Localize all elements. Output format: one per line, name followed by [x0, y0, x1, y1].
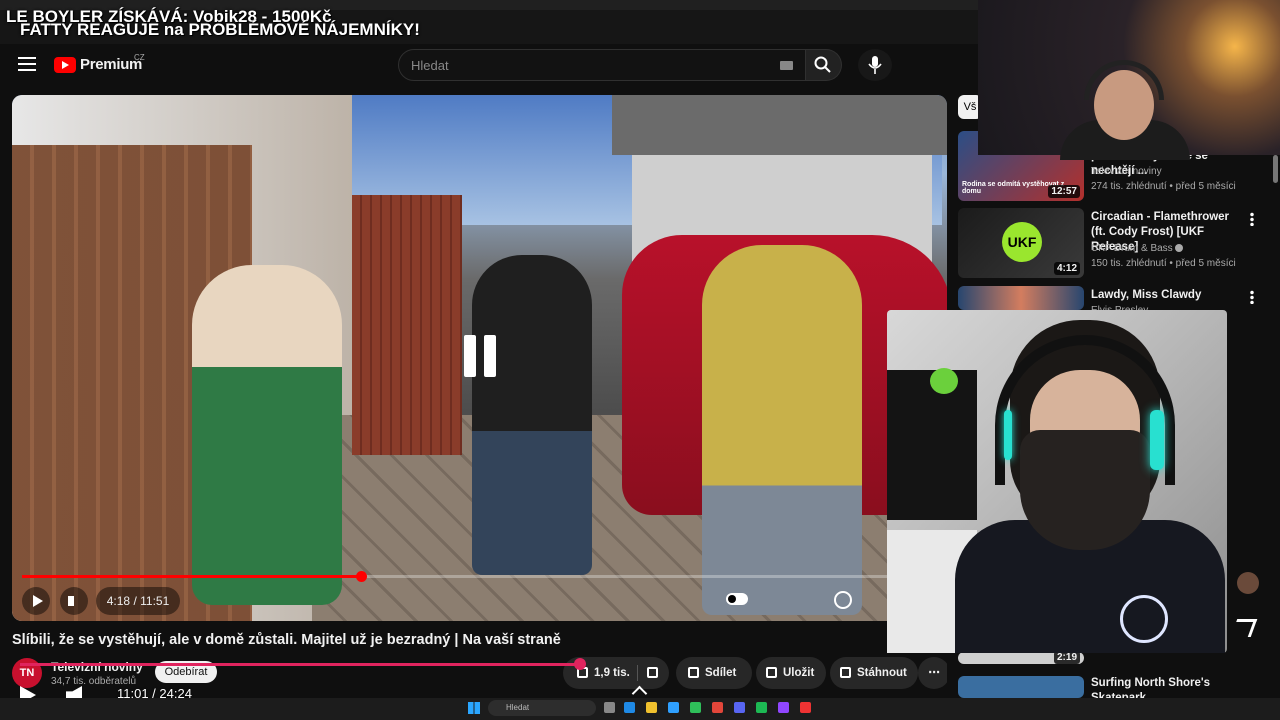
video-thumbnail-2[interactable] [958, 676, 1084, 698]
video-time: 4:18 / 11:51 [96, 587, 180, 615]
like-count: 1,9 tis. [594, 667, 630, 679]
video-duration: 12:57 [1048, 185, 1080, 198]
more-actions-button[interactable]: ⋯ [918, 657, 950, 689]
related-video-meta: 274 tis. zhlédnutí • před 5 měsíci [1091, 181, 1236, 192]
related-video-title[interactable]: Lawdy, Miss Clawdy [1091, 288, 1243, 303]
video-thumbnail[interactable] [958, 286, 1084, 310]
download-button[interactable]: Stáhnout [830, 657, 918, 689]
shirt-logo [1120, 595, 1168, 643]
verified-icon [1175, 244, 1184, 252]
like-divider [637, 665, 638, 681]
more-icon: ⋯ [928, 667, 940, 679]
video-progress-bar[interactable] [22, 571, 937, 582]
youtube-play-icon [54, 56, 76, 73]
volume-button[interactable] [60, 587, 88, 615]
video-scene-tenant [192, 265, 342, 605]
headset-light [1150, 410, 1164, 470]
search-placeholder: Hledat [411, 58, 449, 73]
video-title: Slíbili, že se vystěhují, ale v domě zůs… [12, 632, 561, 648]
sidebar-scrollbar[interactable] [1273, 155, 1278, 183]
stream-title-overlay: LE BOYLER ZÍSKÁVÁ: Vobik28 - 1500Kč FATT… [6, 8, 420, 38]
app-icon-1[interactable] [624, 702, 635, 713]
more-options-icon[interactable] [1250, 212, 1254, 226]
twitch-icon[interactable] [778, 702, 789, 713]
search-icon [814, 56, 831, 73]
green-duck-figure [930, 368, 958, 394]
stream-progress-bar[interactable] [20, 663, 580, 666]
obs-icon[interactable] [800, 702, 811, 713]
download-label: Stáhnout [857, 667, 907, 679]
thumbs-down-icon[interactable] [647, 667, 658, 678]
video-scene-man-yellow-jacket [702, 245, 862, 615]
webcam-shelf [887, 370, 977, 520]
share-label: Sdílet [705, 667, 737, 679]
keyboard-icon[interactable] [780, 61, 793, 70]
video-scene-reporter [472, 255, 592, 575]
video-scrubber[interactable] [355, 571, 367, 582]
share-icon [688, 667, 699, 678]
logo-text: Premium [80, 56, 143, 73]
youtube-logo[interactable]: Premium CZ [54, 53, 145, 73]
search-input[interactable]: Hledat [398, 49, 806, 81]
pause-icon[interactable] [460, 335, 500, 377]
chrome-icon[interactable] [712, 702, 723, 713]
autoplay-toggle[interactable] [726, 593, 748, 605]
task-view-icon[interactable] [604, 702, 615, 713]
save-label: Uložit [783, 667, 815, 679]
user-avatar[interactable] [1237, 572, 1259, 594]
ukf-logo: UKF [1002, 222, 1042, 262]
download-icon [840, 667, 851, 678]
play-button[interactable] [22, 587, 50, 615]
bookmark-icon [766, 667, 777, 678]
related-video-4[interactable]: 2:19 Surfing North Shore's Skatepark [958, 652, 1258, 704]
discord-icon[interactable] [734, 702, 745, 713]
video-thumbnail[interactable]: 2:19 [958, 652, 1084, 664]
windows-start-icon[interactable] [468, 702, 480, 714]
windows-taskbar [0, 698, 1280, 720]
headset-light-left [1004, 410, 1012, 460]
more-options-icon[interactable] [1250, 290, 1254, 304]
video-duration: 4:12 [1053, 262, 1080, 275]
stream-scrubber[interactable] [574, 658, 586, 670]
search-button[interactable] [806, 49, 842, 81]
voice-search-button[interactable] [858, 49, 892, 81]
share-button[interactable]: Sdílet [676, 657, 752, 689]
edge-icon[interactable] [668, 702, 679, 713]
app-icon-2[interactable] [690, 702, 701, 713]
related-video-meta: 150 tis. zhlédnutí • před 5 měsíci [1091, 258, 1236, 269]
video-thumbnail[interactable]: UKF 4:12 [958, 208, 1084, 278]
related-video-channel[interactable]: UKF Drum & Bass [1091, 243, 1184, 254]
video-scene-roof [612, 95, 947, 155]
video-duration: 2:19 [1053, 652, 1080, 664]
settings-gear-icon[interactable] [834, 591, 852, 609]
video-progress-fill [22, 575, 361, 578]
video-scene-gate [352, 195, 462, 455]
channel-label: UKF Drum & Bass [1091, 243, 1173, 254]
save-button[interactable]: Uložit [756, 657, 826, 689]
microphone-icon [868, 56, 882, 74]
related-video-2[interactable]: UKF 4:12 Circadian - Flamethrower (ft. C… [958, 208, 1258, 278]
country-code: CZ [134, 53, 145, 62]
related-video-channel[interactable]: Televizní noviny [1091, 166, 1162, 177]
stream-title-line-2: FATTY REAGUJE na PROBLÉMOVÉ NÁJEMNÍKY! [20, 20, 420, 39]
video-player[interactable]: 4:18 / 11:51 [12, 95, 947, 621]
spotify-icon[interactable] [756, 702, 767, 713]
file-explorer-icon[interactable] [646, 702, 657, 713]
menu-icon[interactable] [18, 57, 36, 71]
taskbar-search[interactable]: Hledat [488, 700, 596, 716]
